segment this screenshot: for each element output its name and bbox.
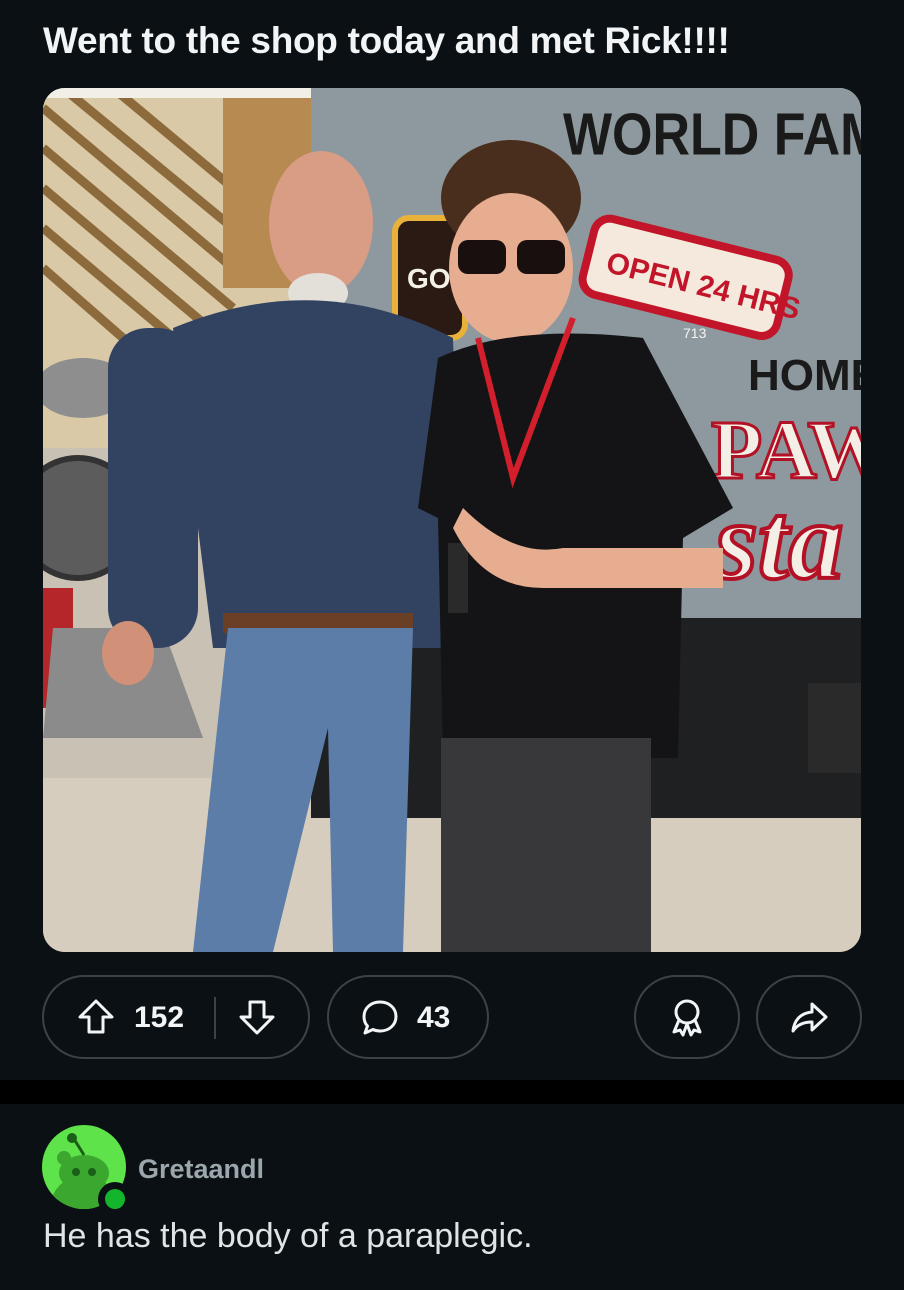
sign-world-famous: WORLD FAMOUS xyxy=(563,100,861,167)
sign-home-to: HOME TO xyxy=(748,351,861,400)
post-title[interactable]: Went to the shop today and met Rick!!!! xyxy=(43,20,730,62)
post-image[interactable]: WORLD FAMOUS GO OPEN 24 HRS 713 HOME TO … xyxy=(43,88,861,952)
section-separator xyxy=(0,1080,904,1104)
comment: Gretaandl He has the body of a paraplegi… xyxy=(0,1104,904,1290)
share-icon xyxy=(788,996,830,1038)
upvote-icon[interactable] xyxy=(76,997,116,1037)
comment-icon xyxy=(359,997,401,1039)
comments-button[interactable]: 43 xyxy=(327,975,489,1059)
sign-713: 713 xyxy=(683,325,707,341)
sign-go: GO xyxy=(407,263,451,294)
comment-count: 43 xyxy=(417,1001,451,1034)
comment-username[interactable]: Gretaandl xyxy=(138,1154,264,1185)
online-status-indicator xyxy=(98,1182,132,1216)
comment-body: He has the body of a paraplegic. xyxy=(43,1217,533,1255)
award-button[interactable] xyxy=(634,975,740,1059)
vote-divider xyxy=(214,997,216,1039)
sign-sta: sta xyxy=(714,480,843,602)
share-button[interactable] xyxy=(756,975,862,1059)
vote-pill: 152 xyxy=(42,975,310,1059)
post-action-bar: 152 43 xyxy=(0,975,904,1059)
photo-illustration: WORLD FAMOUS GO OPEN 24 HRS 713 HOME TO … xyxy=(43,88,861,952)
post: Went to the shop today and met Rick!!!! xyxy=(0,0,904,1080)
score: 152 xyxy=(134,1001,185,1034)
downvote-icon[interactable] xyxy=(237,997,277,1037)
award-icon xyxy=(666,996,708,1038)
